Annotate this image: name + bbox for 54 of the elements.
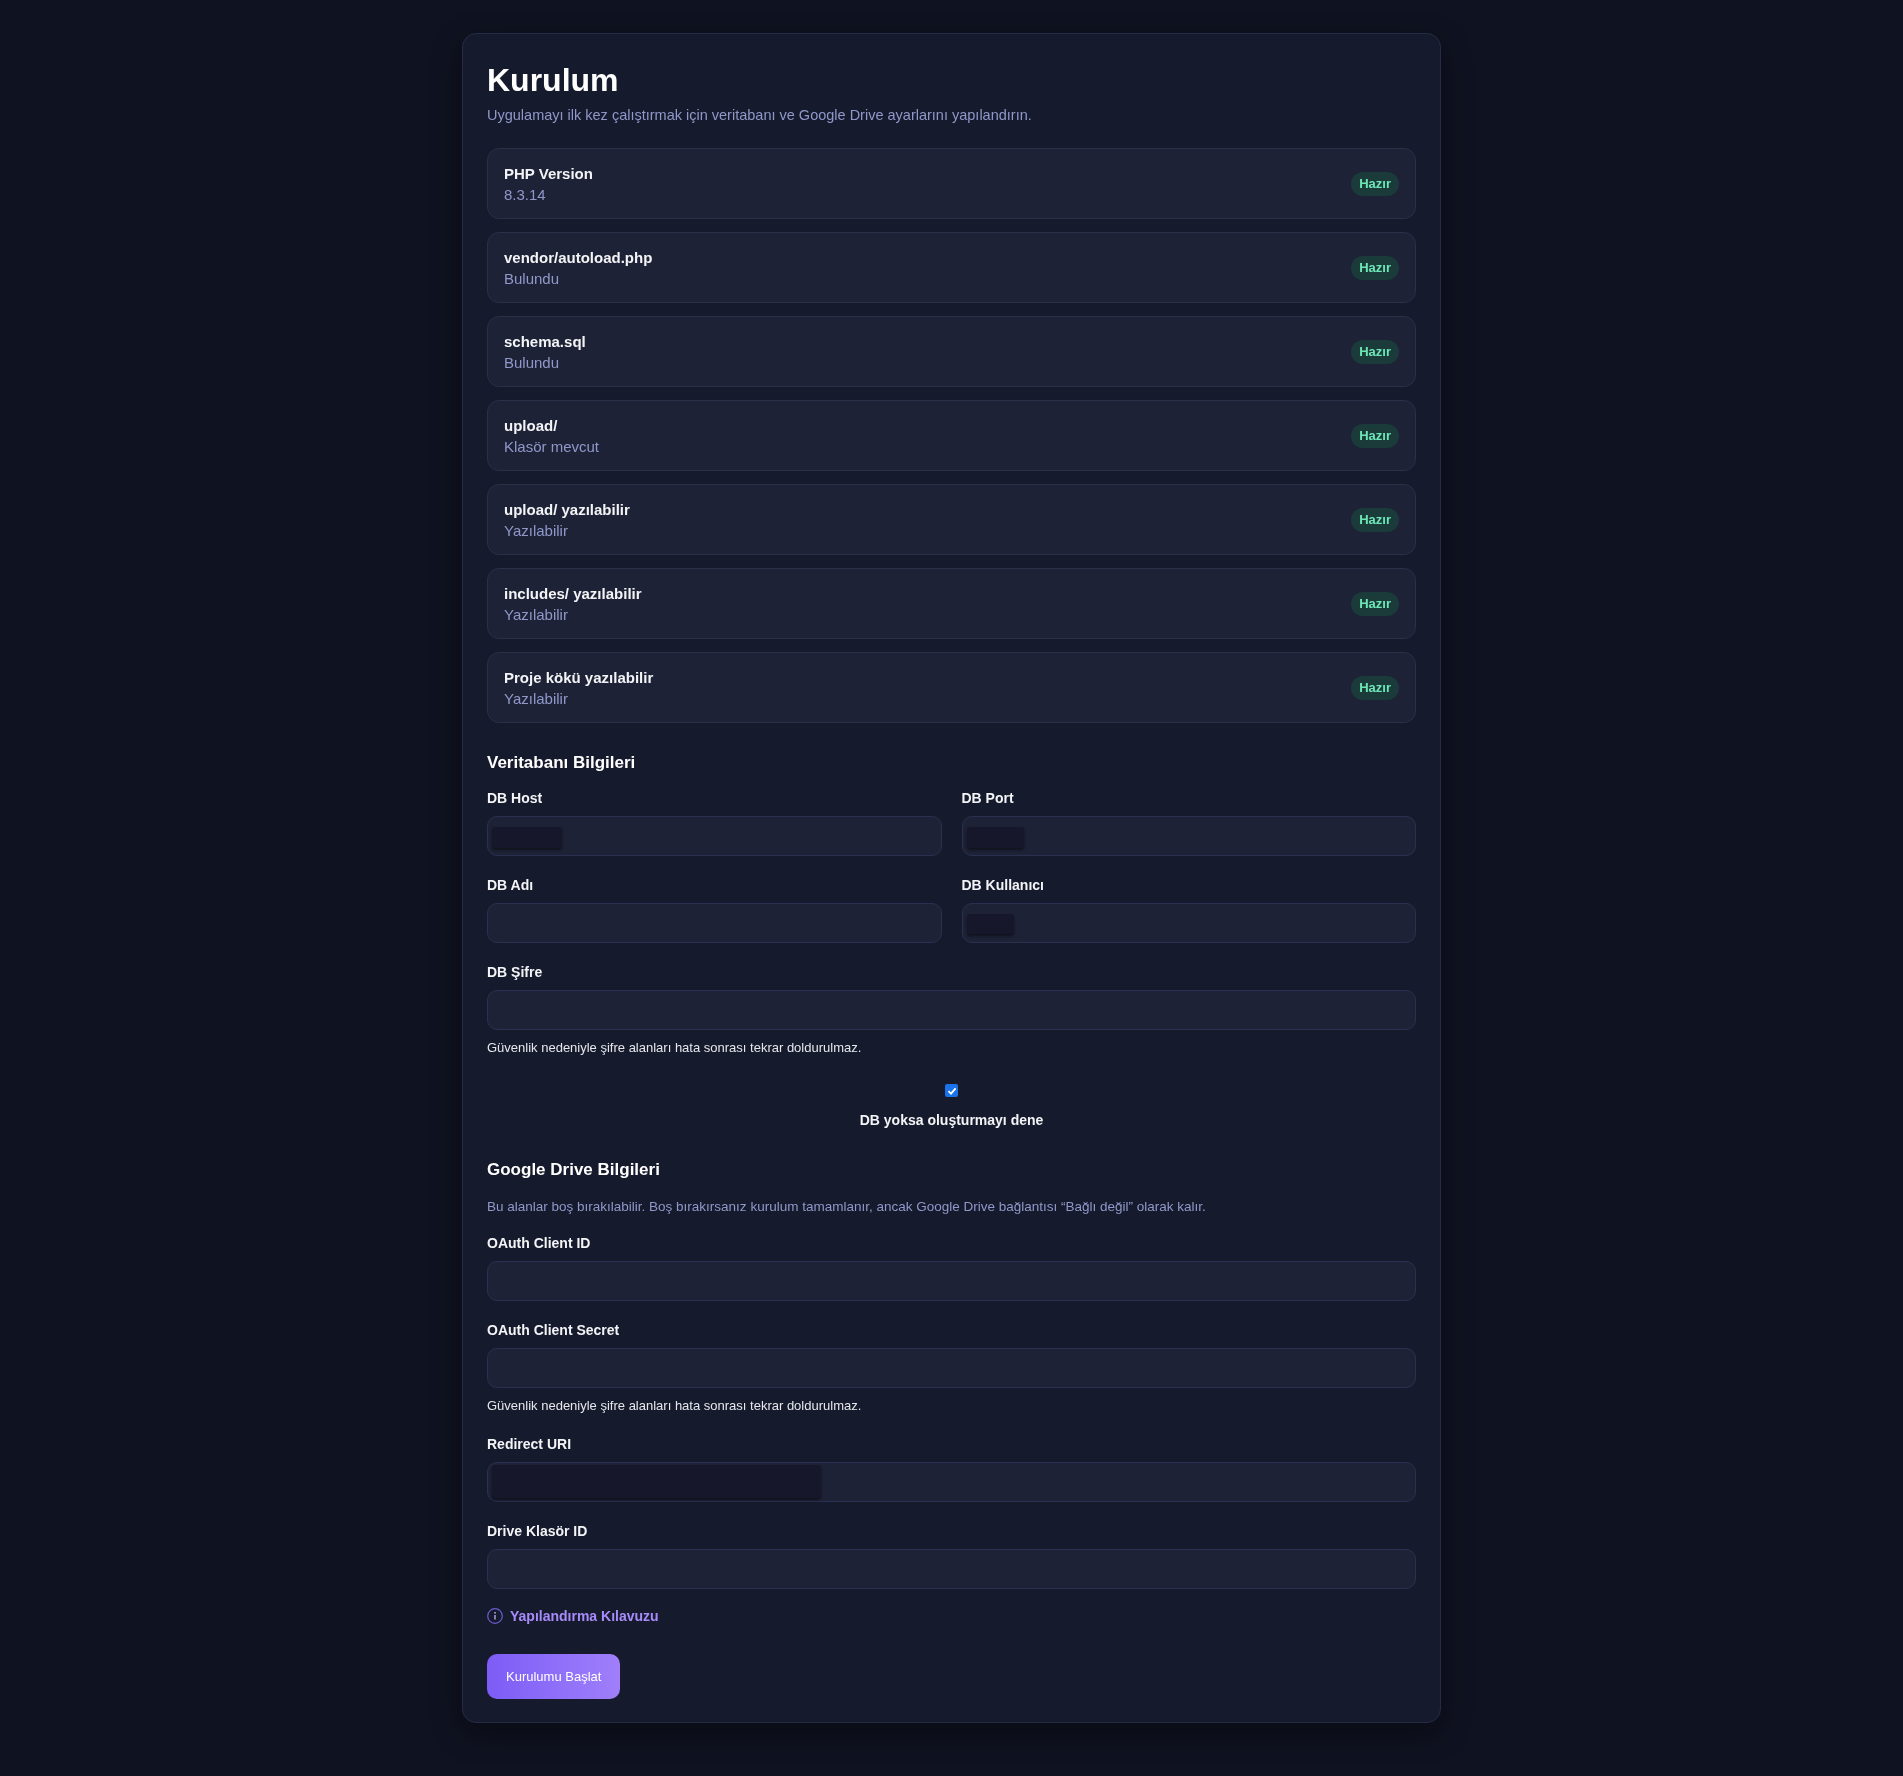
check-icon <box>946 1085 957 1096</box>
check-name: includes/ yazılabilir <box>504 583 642 604</box>
page-title: Kurulum <box>487 61 620 100</box>
page-subtitle: Uygulamayı ilk kez çalıştırmak için veritabanı ve Google Drive ayarlarını yapılandırın. <box>487 106 1033 125</box>
field-label: DB Adı <box>487 876 535 895</box>
input-field[interactable] <box>961 903 1416 943</box>
masked-value <box>966 914 1014 934</box>
input-field[interactable] <box>487 1348 1416 1388</box>
check-name: schema.sql <box>504 331 586 352</box>
masked-value <box>492 827 562 848</box>
check-detail: Bulundu <box>504 268 561 289</box>
check-detail: Yazılabilir <box>504 604 569 625</box>
input-field[interactable] <box>487 990 1416 1030</box>
status-badge: Hazır <box>1351 255 1399 280</box>
field-label: OAuth Client ID <box>487 1234 592 1253</box>
field-label: DB Kullanıcı <box>961 876 1045 895</box>
check-name: PHP Version <box>504 163 593 184</box>
input-field[interactable] <box>487 1549 1416 1589</box>
input-field[interactable] <box>487 1261 1416 1301</box>
status-badge: Hazır <box>1351 171 1399 196</box>
check-detail: Yazılabilir <box>504 520 569 541</box>
field-label: Redirect URI <box>487 1435 573 1454</box>
status-badge: Hazır <box>1351 507 1399 532</box>
section-heading: Google Drive Bilgileri <box>487 1159 661 1181</box>
status-badge: Hazır <box>1351 423 1399 448</box>
field-label: DB Şifre <box>487 963 544 982</box>
input-field[interactable] <box>487 903 942 943</box>
check-detail: 8.3.14 <box>504 184 547 205</box>
info-icon <box>487 1608 503 1624</box>
status-badge: Hazır <box>1351 339 1399 364</box>
hint-text: Güvenlik nedeniyle şifre alanları hata sonrası tekrar doldurulmaz. <box>487 1397 863 1415</box>
check-name: vendor/autoload.php <box>504 247 653 268</box>
section-description: Bu alanlar boş bırakılabilir. Boş bırakırsanız kurulum tamamlanır, ancak Google Drive bağlantısı “Bağlı değil” olarak kalır. <box>487 1198 1207 1216</box>
start-setup-button[interactable]: Kurulumu Başlat <box>487 1654 621 1699</box>
field-label: DB Host <box>487 789 544 808</box>
checkbox[interactable] <box>945 1084 958 1097</box>
check-name: upload/ <box>504 415 559 436</box>
hint-text: Güvenlik nedeniyle şifre alanları hata sonrası tekrar doldurulmaz. <box>487 1039 863 1057</box>
check-detail: Klasör mevcut <box>504 436 600 457</box>
check-name: Proje kökü yazılabilir <box>504 667 654 688</box>
status-badge: Hazır <box>1351 675 1399 700</box>
checkbox-label: DB yoksa oluşturmayı dene <box>859 1111 1044 1130</box>
check-name: upload/ yazılabilir <box>504 499 630 520</box>
masked-value <box>966 827 1024 848</box>
input-field[interactable] <box>961 816 1416 856</box>
field-label: Drive Klasör ID <box>487 1522 589 1541</box>
field-label: DB Port <box>961 789 1015 808</box>
status-badge: Hazır <box>1351 591 1399 616</box>
field-label: OAuth Client Secret <box>487 1321 621 1340</box>
input-field[interactable] <box>487 1462 1416 1502</box>
section-heading: Veritabanı Bilgileri <box>487 752 637 774</box>
input-field[interactable] <box>487 816 942 856</box>
check-detail: Bulundu <box>504 352 561 373</box>
check-detail: Yazılabilir <box>504 688 569 709</box>
